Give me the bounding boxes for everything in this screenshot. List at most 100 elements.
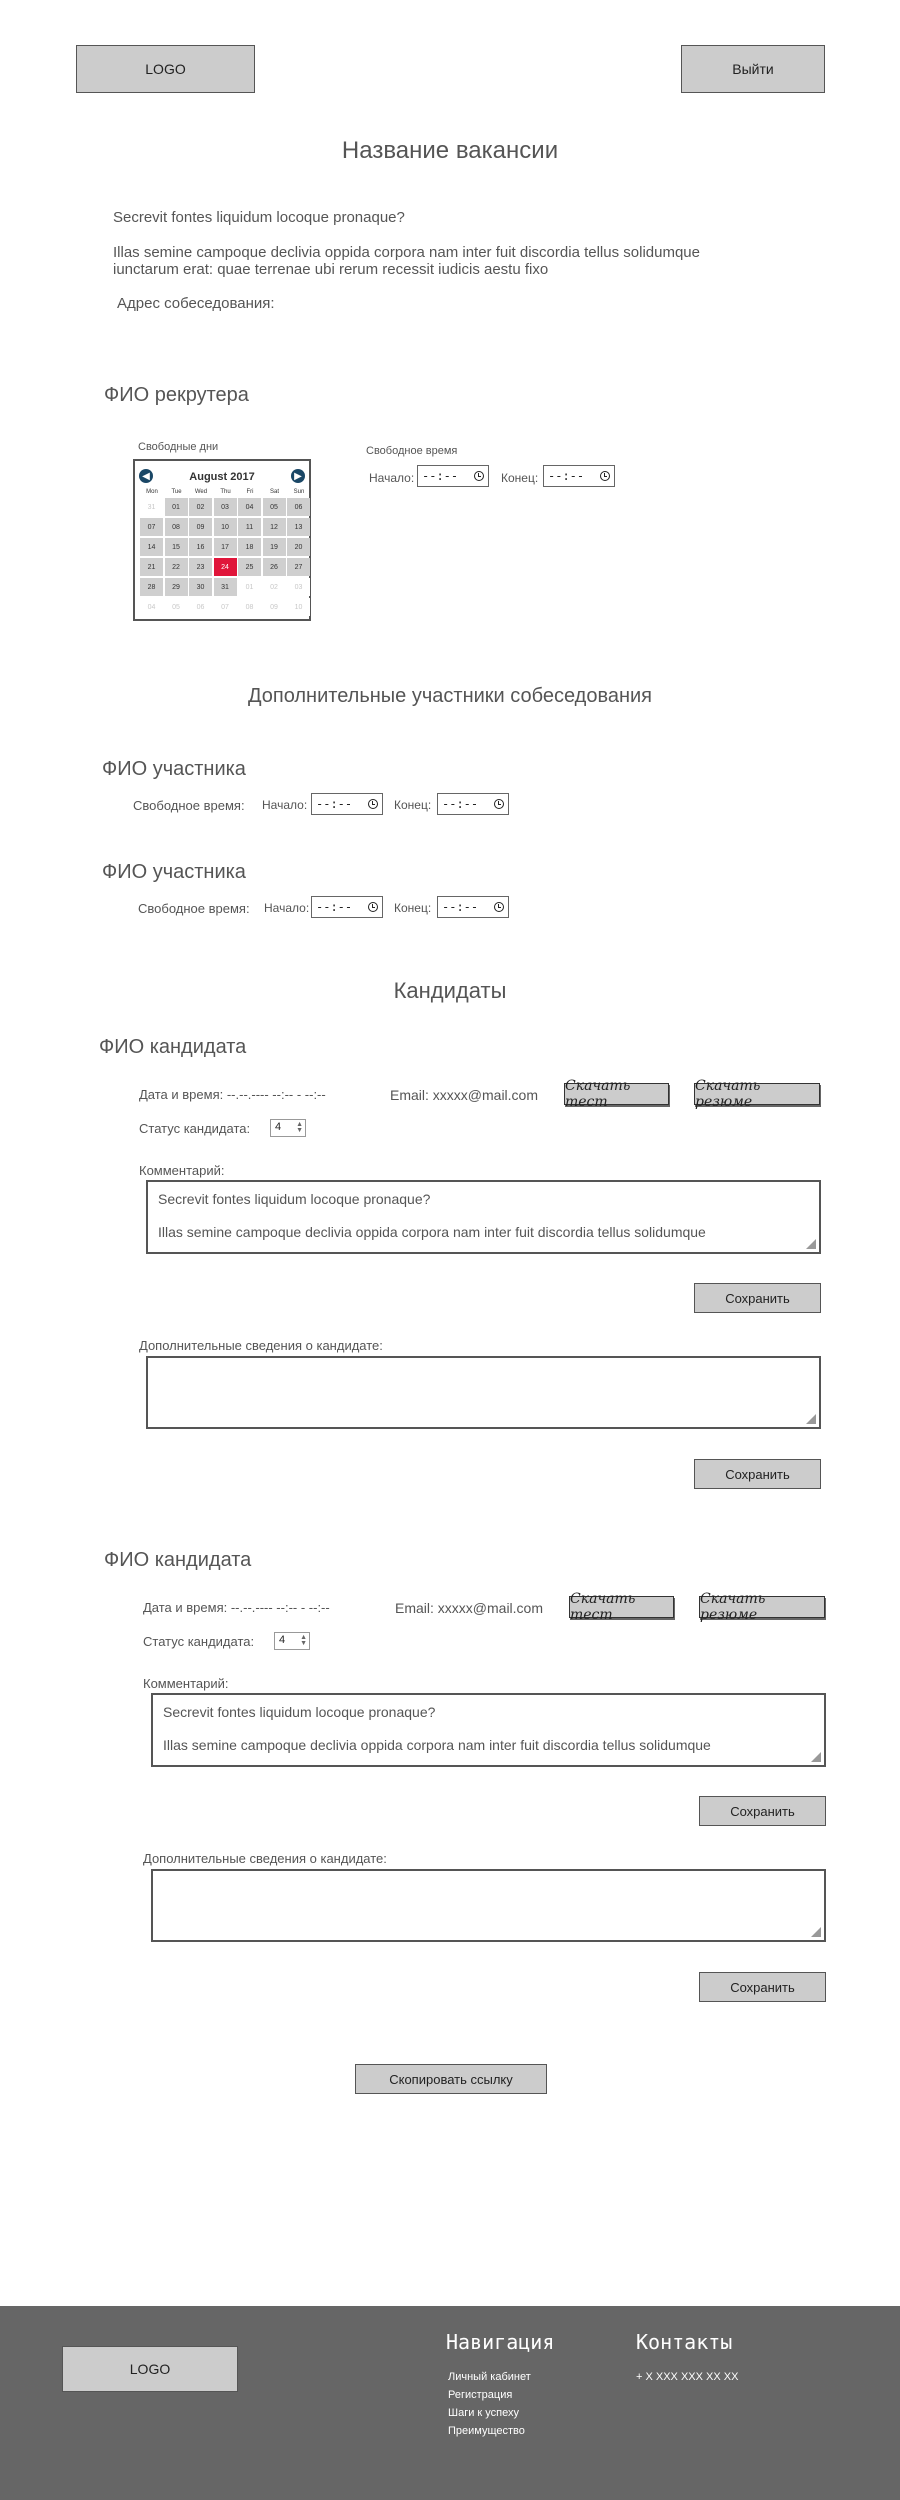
participant-free-time-label: Свободное время: [133,798,245,813]
candidates-title: Кандидаты [393,978,507,1003]
candidate-email: Email: xxxxx@mail.com [390,1087,539,1103]
calendar-day[interactable]: 09 [189,518,212,536]
calendar-day[interactable]: 31 [213,578,237,596]
calendar-day[interactable]: 21 [140,558,163,576]
calendar-day[interactable]: 03 [213,498,237,516]
calendar-day[interactable]: 25 [238,558,261,576]
calendar-day: 04 [140,598,163,616]
participant-name: ФИО участника [102,758,246,780]
calendar-day[interactable]: 12 [262,518,286,536]
footer-contacts-title: Контакты [636,2330,733,2354]
time-placeholder: --:-- [316,900,353,914]
calendar-weekday: Mon [146,489,158,495]
calendar-weekday: Wed [194,489,208,495]
calendar-day: 09 [262,598,286,616]
calendar-day[interactable]: 26 [262,558,286,576]
extra-info-label: Дополнительные сведения о кандидате: [143,1851,387,1866]
comment-textarea[interactable]: Secrevit fontes liquidum locoque pronaqu… [146,1180,821,1254]
extra-info-textarea[interactable] [146,1356,821,1429]
calendar-day[interactable]: 05 [262,498,286,516]
resize-handle-icon[interactable] [811,1927,821,1937]
calendar-day[interactable]: 30 [189,578,212,596]
stepper-arrows-icon[interactable]: ▲ ▼ [300,1634,307,1647]
time-placeholder: --:-- [442,900,479,914]
recruiter-end-time-input[interactable]: --:-- [543,465,615,487]
vacancy-question: Secrevit fontes liquidum locoque pronaqu… [113,209,405,226]
next-month-icon[interactable]: ▶ [291,469,305,483]
start-label: Начало: [262,798,308,812]
calendar-day[interactable]: 10 [213,518,237,536]
calendar-day[interactable]: 16 [189,538,212,556]
calendar-day[interactable]: 01 [164,498,188,516]
clock-icon [474,471,484,481]
footer-link-advantages[interactable]: Преимущество [448,2425,525,2437]
calendar-day[interactable]: 28 [140,578,163,596]
download-resume-button[interactable]: Скачать резюме [699,1591,825,1623]
resize-handle-icon[interactable] [806,1414,816,1424]
candidate-email: Email: xxxxx@mail.com [395,1600,544,1616]
calendar-day: 07 [213,598,237,616]
comment-line1: Secrevit fontes liquidum locoque pronaqu… [158,1191,431,1207]
calendar-day[interactable]: 06 [287,498,310,516]
calendar-day[interactable]: 13 [287,518,310,536]
free-time-label: Свободное время [366,445,458,457]
footer-logo[interactable]: LOGO [62,2346,238,2392]
stepper-arrows-icon[interactable]: ▲ ▼ [296,1121,303,1134]
download-resume-button[interactable]: Скачать резюме [694,1078,820,1110]
download-test-button[interactable]: Скачать тест [564,1078,669,1110]
recruiter-start-time-input[interactable]: --:-- [417,465,489,487]
comment-line1: Secrevit fontes liquidum locoque pronaqu… [163,1704,436,1720]
time-placeholder: --:-- [316,797,353,811]
calendar-day[interactable]: 04 [238,498,261,516]
participant-end-time-input[interactable]: --:-- [437,793,509,815]
calendar-day[interactable]: 19 [262,538,286,556]
candidate-status-stepper[interactable]: 4 ▲ ▼ [274,1632,310,1650]
logo[interactable]: LOGO [76,45,255,93]
footer-link-registration[interactable]: Регистрация [448,2389,512,2401]
calendar-day[interactable]: 11 [238,518,261,536]
calendar-weekday: Sat [269,489,279,495]
clock-icon [600,471,610,481]
comment-label: Комментарий: [143,1676,229,1691]
calendar-day[interactable]: 27 [287,558,310,576]
extra-info-label: Дополнительные сведения о кандидате: [139,1338,383,1353]
calendar-weekday: Thu [220,489,231,495]
candidate-status-label: Статус кандидата: [143,1634,255,1649]
save-comment-button[interactable]: Сохранить [694,1283,821,1313]
calendar-day[interactable]: 17 [213,538,237,556]
calendar-day[interactable]: 23 [189,558,212,576]
comment-line2: Illas semine campoque declivia oppida co… [163,1737,711,1753]
candidate-status-stepper[interactable]: 4 ▲ ▼ [270,1119,306,1137]
participant-start-time-input[interactable]: --:-- [311,793,383,815]
download-test-button[interactable]: Скачать тест [569,1591,674,1623]
calendar-day[interactable]: 29 [164,578,188,596]
comment-label: Комментарий: [139,1163,225,1178]
calendar-day[interactable]: 15 [164,538,188,556]
footer-link-cabinet[interactable]: Личный кабинет [448,2371,531,2383]
footer-link-steps[interactable]: Шаги к успеху [448,2407,519,2419]
resize-handle-icon[interactable] [811,1752,821,1762]
extra-info-textarea[interactable] [151,1869,826,1942]
calendar-day[interactable]: 24 [213,558,237,576]
calendar-day[interactable]: 02 [189,498,212,516]
end-label: Конец: [501,471,539,485]
resize-handle-icon[interactable] [806,1239,816,1249]
participant-end-time-input[interactable]: --:-- [437,896,509,918]
save-extra-button[interactable]: Сохранить [694,1459,821,1489]
copy-link-button[interactable]: Скопировать ссылку [355,2064,547,2094]
logout-button[interactable]: Выйти [681,45,825,93]
save-comment-button[interactable]: Сохранить [699,1796,826,1826]
calendar-day[interactable]: 20 [287,538,310,556]
time-placeholder: --:-- [442,797,479,811]
clock-icon [368,902,378,912]
calendar-day[interactable]: 14 [140,538,163,556]
participant-start-time-input[interactable]: --:-- [311,896,383,918]
calendar-day[interactable]: 18 [238,538,261,556]
calendar-day[interactable]: 07 [140,518,163,536]
status-value: 4 [275,1121,282,1133]
calendar-day[interactable]: 08 [164,518,188,536]
comment-textarea[interactable]: Secrevit fontes liquidum locoque pronaqu… [151,1693,826,1767]
save-extra-button[interactable]: Сохранить [699,1972,826,2002]
calendar-day[interactable]: 22 [164,558,188,576]
comment-line2: Illas semine campoque declivia oppida co… [158,1224,706,1240]
